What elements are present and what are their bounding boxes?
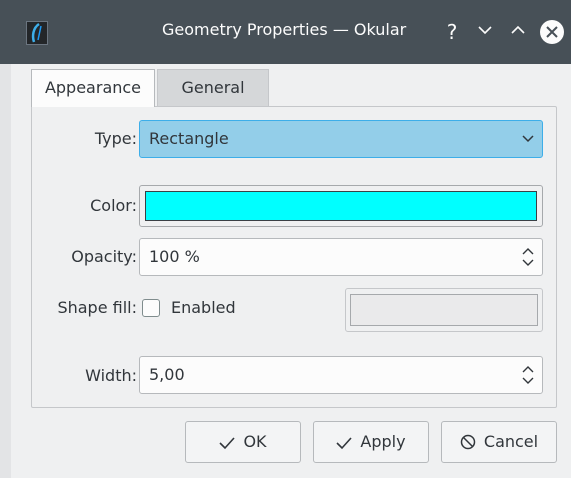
title-bar[interactable]: Geometry Properties — Okular ?	[0, 0, 571, 64]
width-label: Width:	[85, 366, 137, 385]
minimize-button[interactable]	[473, 18, 497, 46]
type-label: Type:	[94, 129, 137, 148]
chevron-down-icon	[522, 135, 534, 143]
cancel-icon	[460, 434, 476, 450]
check-icon	[219, 437, 236, 450]
spin-arrows-icon[interactable]	[521, 245, 535, 269]
type-value: Rectangle	[149, 129, 229, 148]
tab-appearance[interactable]: Appearance	[31, 69, 155, 107]
ok-button-label: OK	[243, 432, 267, 451]
fill-color-button	[345, 288, 543, 332]
spin-arrows-icon[interactable]	[521, 363, 535, 387]
shape-fill-label: Shape fill:	[57, 298, 137, 317]
okular-app-icon	[26, 21, 48, 45]
tab-general[interactable]: General	[157, 69, 269, 107]
maximize-button[interactable]	[506, 18, 530, 46]
type-combobox[interactable]: Rectangle	[139, 120, 543, 158]
color-swatch	[145, 191, 537, 221]
window-edge	[0, 64, 11, 478]
fill-color-swatch	[350, 294, 538, 326]
maximize-icon	[511, 25, 525, 34]
apply-button-label: Apply	[360, 432, 406, 451]
dialog-body: Appearance General Type: Rectangle Color…	[11, 64, 571, 478]
minimize-icon	[478, 26, 492, 35]
width-value: 5,00	[149, 365, 185, 384]
color-button[interactable]	[139, 185, 543, 227]
appearance-panel: Type: Rectangle Color: Opacity: 100 % Sh…	[31, 106, 557, 408]
shape-fill-checkbox[interactable]	[142, 299, 160, 317]
apply-button[interactable]: Apply	[313, 421, 429, 463]
cancel-button[interactable]: Cancel	[441, 421, 557, 463]
close-button[interactable]	[540, 20, 564, 44]
help-icon: ?	[446, 20, 458, 44]
opacity-label: Opacity:	[71, 247, 137, 266]
opacity-value: 100 %	[149, 247, 200, 266]
help-button[interactable]: ?	[440, 18, 464, 46]
check-icon	[336, 437, 353, 450]
window-title: Geometry Properties — Okular	[162, 20, 407, 39]
ok-button[interactable]: OK	[185, 421, 301, 463]
width-spinbox[interactable]: 5,00	[139, 356, 543, 394]
cancel-button-label: Cancel	[483, 432, 539, 451]
opacity-spinbox[interactable]: 100 %	[139, 238, 543, 276]
close-icon	[546, 26, 558, 38]
shape-fill-checkbox-label[interactable]: Enabled	[171, 298, 236, 317]
color-label: Color:	[90, 196, 137, 215]
